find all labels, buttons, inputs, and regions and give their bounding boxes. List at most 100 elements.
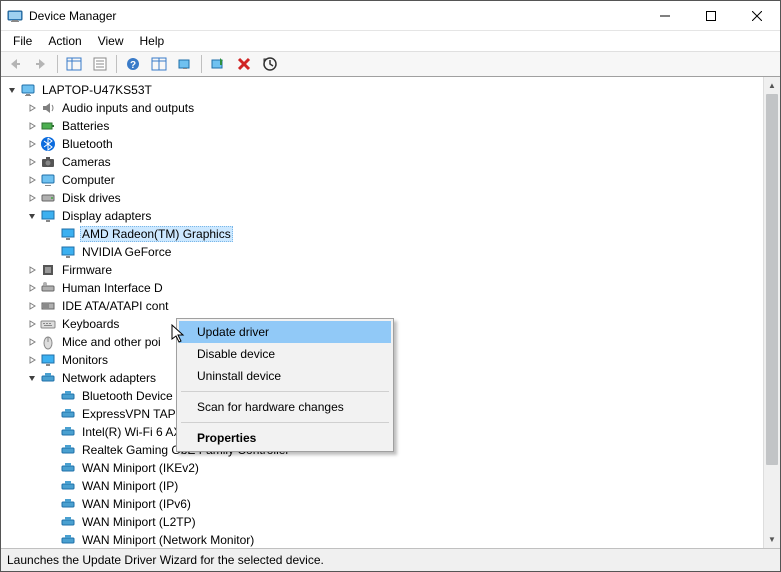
toolbar-help-button[interactable]: ? (121, 53, 145, 75)
chevron-down-icon[interactable] (25, 209, 39, 223)
node-label: Cameras (60, 155, 113, 169)
toolbar-uninstall-button[interactable] (232, 53, 256, 75)
network-icon (60, 406, 76, 422)
expander-placeholder (45, 227, 59, 241)
tree-node-computer[interactable]: Computer (1, 171, 763, 189)
network-icon (60, 388, 76, 404)
hid-icon (40, 280, 56, 296)
node-label: AMD Radeon(TM) Graphics (80, 226, 233, 242)
node-label: WAN Miniport (Network Monitor) (80, 533, 256, 547)
device-manager-window: Device Manager File Action View Help (0, 0, 781, 572)
node-label: Audio inputs and outputs (60, 101, 196, 115)
tree-node-nvidia-graphics[interactable]: NVIDIA GeForce (1, 243, 763, 261)
context-menu-properties[interactable]: Properties (179, 427, 391, 449)
toolbar-show-hide-tree-button[interactable] (62, 53, 86, 75)
expander-placeholder (45, 245, 59, 259)
expander-placeholder (45, 389, 59, 403)
menubar: File Action View Help (1, 31, 780, 51)
chevron-right-icon[interactable] (25, 299, 39, 313)
chevron-right-icon[interactable] (25, 155, 39, 169)
node-label: Firmware (60, 263, 114, 277)
expander-placeholder (45, 425, 59, 439)
toolbar-show-hidden-button[interactable] (173, 53, 197, 75)
menu-action[interactable]: Action (40, 33, 89, 49)
node-label: Monitors (60, 353, 110, 367)
status-text: Launches the Update Driver Wizard for th… (7, 553, 324, 567)
network-icon (60, 460, 76, 476)
expander-placeholder (45, 407, 59, 421)
network-icon (60, 424, 76, 440)
toolbar-action-center-button[interactable] (147, 53, 171, 75)
audio-icon (40, 100, 56, 116)
scroll-down-button[interactable]: ▼ (764, 531, 780, 548)
context-menu: Update driver Disable device Uninstall d… (176, 318, 394, 452)
display-icon (60, 226, 76, 242)
context-menu-update-driver[interactable]: Update driver (179, 321, 391, 343)
chevron-down-icon[interactable] (5, 83, 19, 97)
context-menu-scan-hardware[interactable]: Scan for hardware changes (179, 396, 391, 418)
window-controls (642, 1, 780, 31)
monitor-icon (40, 352, 56, 368)
chevron-down-icon[interactable] (25, 371, 39, 385)
maximize-button[interactable] (688, 1, 734, 31)
close-button[interactable] (734, 1, 780, 31)
toolbar-back-button[interactable] (3, 53, 27, 75)
tree-node-batteries[interactable]: Batteries (1, 117, 763, 135)
network-icon (60, 478, 76, 494)
chevron-right-icon[interactable] (25, 263, 39, 277)
menu-help[interactable]: Help (132, 33, 173, 49)
chevron-right-icon[interactable] (25, 191, 39, 205)
node-label: Display adapters (60, 209, 153, 223)
toolbar-separator (57, 55, 58, 73)
minimize-button[interactable] (642, 1, 688, 31)
device-tree[interactable]: LAPTOP-U47KS53T Audio inputs and outputs… (1, 77, 763, 548)
chevron-right-icon[interactable] (25, 101, 39, 115)
tree-node-root[interactable]: LAPTOP-U47KS53T (1, 81, 763, 99)
tree-node-net-wan-l2tp[interactable]: WAN Miniport (L2TP) (1, 513, 763, 531)
tree-node-net-wan-ipv6[interactable]: WAN Miniport (IPv6) (1, 495, 763, 513)
chevron-right-icon[interactable] (25, 119, 39, 133)
chevron-right-icon[interactable] (25, 137, 39, 151)
network-icon (60, 496, 76, 512)
tree-node-disk-drives[interactable]: Disk drives (1, 189, 763, 207)
chevron-right-icon[interactable] (25, 281, 39, 295)
menu-view[interactable]: View (90, 33, 132, 49)
toolbar-properties-button[interactable] (88, 53, 112, 75)
tree-node-cameras[interactable]: Cameras (1, 153, 763, 171)
menu-file[interactable]: File (5, 33, 40, 49)
chevron-right-icon[interactable] (25, 173, 39, 187)
scroll-up-button[interactable]: ▲ (764, 77, 780, 94)
tree-node-net-wan-nm[interactable]: WAN Miniport (Network Monitor) (1, 531, 763, 548)
tree-node-hid[interactable]: Human Interface D (1, 279, 763, 297)
vertical-scrollbar[interactable]: ▲ ▼ (763, 77, 780, 548)
node-label: Mice and other poi (60, 335, 163, 349)
display-icon (40, 208, 56, 224)
tree-node-ide[interactable]: IDE ATA/ATAPI cont (1, 297, 763, 315)
toolbar-update-driver-button[interactable] (258, 53, 282, 75)
chevron-right-icon[interactable] (25, 353, 39, 367)
toolbar-forward-button[interactable] (29, 53, 53, 75)
network-icon (60, 514, 76, 530)
tree-node-firmware[interactable]: Firmware (1, 261, 763, 279)
computer-icon (40, 172, 56, 188)
tree-node-bluetooth[interactable]: Bluetooth (1, 135, 763, 153)
window-title: Device Manager (29, 9, 642, 23)
node-label: WAN Miniport (IPv6) (80, 497, 193, 511)
network-icon (60, 442, 76, 458)
scroll-thumb[interactable] (766, 94, 778, 465)
context-menu-disable-device[interactable]: Disable device (179, 343, 391, 365)
tree-node-display-adapters[interactable]: Display adapters (1, 207, 763, 225)
node-label: Human Interface D (60, 281, 165, 295)
tree-node-net-wan-ikev2[interactable]: WAN Miniport (IKEv2) (1, 459, 763, 477)
scroll-track[interactable] (764, 94, 780, 531)
tree-node-audio[interactable]: Audio inputs and outputs (1, 99, 763, 117)
chevron-right-icon[interactable] (25, 335, 39, 349)
expander-placeholder (45, 497, 59, 511)
tree-node-amd-graphics[interactable]: AMD Radeon(TM) Graphics (1, 225, 763, 243)
tree-node-net-wan-ip[interactable]: WAN Miniport (IP) (1, 477, 763, 495)
node-label: Computer (60, 173, 117, 187)
toolbar-scan-button[interactable] (206, 53, 230, 75)
expander-placeholder (45, 461, 59, 475)
context-menu-uninstall-device[interactable]: Uninstall device (179, 365, 391, 387)
chevron-right-icon[interactable] (25, 317, 39, 331)
